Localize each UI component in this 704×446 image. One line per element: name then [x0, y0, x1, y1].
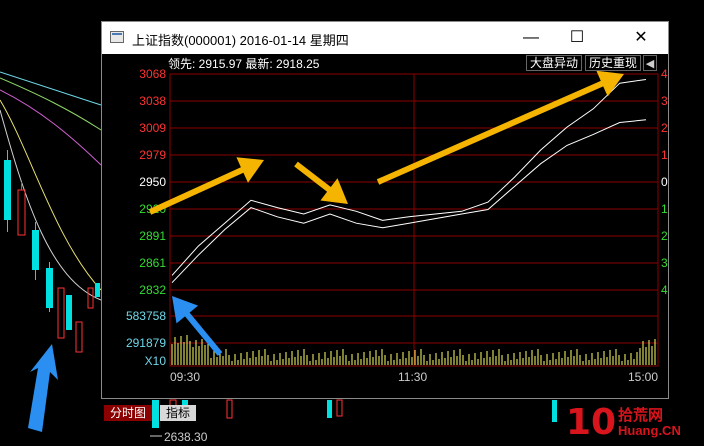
- ma-line-cyan: [0, 71, 102, 106]
- volume-tick-label: 583758: [126, 309, 166, 323]
- price-line-0: [171, 79, 647, 276]
- price-tick-label: 3038: [139, 94, 166, 108]
- pct-tick-label: 4.00%: [661, 283, 668, 297]
- price-tick-label: 2891: [139, 229, 166, 243]
- price-tick-label: 3068: [139, 67, 166, 81]
- tab-indicator[interactable]: 指标: [160, 405, 197, 421]
- time-label: 09:30: [170, 370, 200, 384]
- yellow-arrow-icon: [148, 157, 264, 215]
- price-line-1: [171, 119, 647, 284]
- volume-tick-label: 291879: [126, 336, 166, 350]
- watermark-en: Huang.CN: [618, 423, 681, 438]
- pct-tick-label: 2.00%: [661, 229, 668, 243]
- quote-readout: 领先: 2915.97 最新: 2918.25: [168, 57, 320, 71]
- volume-multiplier-label: X10: [145, 354, 167, 368]
- watermark-logo: 10 拾荒网 Huang.CN: [566, 404, 700, 442]
- pct-tick-label: 3.00%: [661, 94, 668, 108]
- intraday-chart: 3068 4.00% 3038 3.00% 3009 2.00% 2979 1.00% 2950…: [126, 67, 668, 384]
- history-replay-button[interactable]: 历史重现: [585, 55, 642, 71]
- blue-arrow-icon: [28, 344, 58, 432]
- pct-tick-label: 1.00%: [661, 148, 668, 162]
- ma-line-green: [0, 77, 102, 131]
- yellow-arrow-icon: [294, 161, 348, 204]
- collapse-panel-icon[interactable]: ◀: [643, 55, 657, 71]
- pct-tick-label: 2.00%: [661, 121, 668, 135]
- low-price-label: 2638.30: [164, 430, 208, 444]
- price-tick-label: 2861: [139, 256, 166, 270]
- watermark-cn: 拾荒网: [618, 407, 664, 424]
- time-label: 15:00: [628, 370, 658, 384]
- time-label: 11:30: [398, 370, 427, 384]
- watermark-digits: 10: [566, 402, 617, 443]
- pct-tick-label: 3.00%: [661, 256, 668, 270]
- price-tick-label: 2950: [139, 175, 166, 189]
- ma-line-yellow: [0, 99, 102, 291]
- pct-tick-label: 0.00%: [661, 175, 668, 189]
- price-tick-label: 2832: [139, 283, 166, 297]
- market-move-button[interactable]: 大盘异动: [526, 55, 583, 71]
- pct-tick-label: 1.00%: [661, 202, 668, 216]
- intraday-chart-window: 上证指数(000001) 2016-01-14 星期四 — ☐ ✕ 30684.…: [101, 21, 669, 421]
- price-tick-label: 2979: [139, 148, 166, 162]
- pct-tick-label: 4.00%: [661, 67, 668, 81]
- price-tick-label: 3009: [139, 121, 166, 135]
- tab-intraday[interactable]: 分时图: [104, 405, 153, 421]
- blue-arrow-icon: [172, 296, 223, 356]
